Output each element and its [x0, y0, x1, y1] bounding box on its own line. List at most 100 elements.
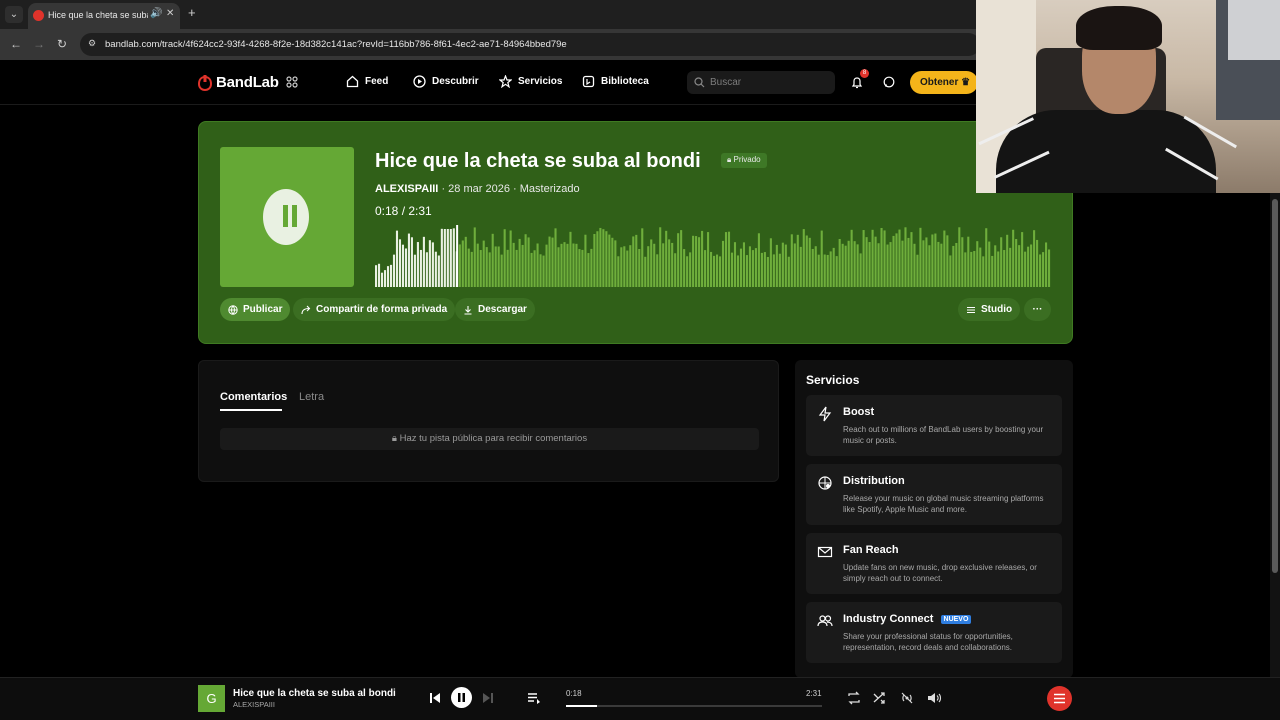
track-title: Hice que la cheta se suba al bondi [375, 150, 701, 172]
globe-icon [228, 304, 238, 315]
nav-discover[interactable]: Descubrir [413, 75, 479, 88]
waveform-bar [967, 236, 970, 287]
waveform-bar [500, 254, 503, 287]
player-title[interactable]: Hice que la cheta se suba al bondi [233, 688, 396, 699]
play-pause-button[interactable] [451, 687, 472, 708]
previous-icon[interactable] [427, 690, 443, 706]
waveform-bar [650, 239, 653, 287]
waveform-bar [599, 227, 602, 287]
waveform-bar [952, 245, 955, 287]
player-progress-bar[interactable] [566, 705, 822, 707]
apps-grid-icon[interactable] [286, 76, 298, 88]
player-bar: G Hice que la cheta se suba al bondi ALE… [0, 677, 1280, 720]
page-scrollbar[interactable] [1270, 193, 1280, 677]
waveform-bar [901, 240, 904, 287]
chat-icon[interactable] [883, 76, 895, 88]
waveform-bar [662, 243, 665, 287]
forward-arrow-icon[interactable]: → [33, 37, 45, 51]
waveform-bar [781, 242, 784, 287]
scrollbar-thumb[interactable] [1272, 199, 1278, 573]
player-artist[interactable]: ALEXISPAIII [233, 700, 275, 709]
tab-lyrics[interactable]: Letra [299, 391, 324, 403]
waveform-bar [491, 233, 494, 287]
download-icon [464, 305, 472, 315]
waveform-bar [560, 243, 563, 287]
waveform-bar [401, 244, 405, 287]
comments-notice: 🔒︎ Haz tu pista pública para recibir com… [220, 428, 759, 450]
broadcast-icon[interactable] [899, 690, 915, 706]
waveform-bar [751, 250, 754, 287]
waveform-bar [919, 227, 922, 287]
service-industry-connect[interactable]: Industry Connect NUEVO Share your profes… [806, 602, 1062, 663]
waveform-bar [695, 236, 698, 287]
waveform-bar [718, 256, 722, 287]
waveform-bar [826, 254, 829, 287]
service-boost[interactable]: Boost Reach out to millions of BandLab u… [806, 395, 1062, 456]
player-menu-button[interactable] [1047, 686, 1072, 711]
service-distribution[interactable]: Distribution Release your music on globa… [806, 464, 1062, 525]
shuffle-icon[interactable] [872, 690, 888, 706]
waveform-bar [671, 242, 674, 287]
search-input[interactable]: Buscar [687, 71, 835, 94]
waveform-bar [680, 230, 683, 287]
browser-tab[interactable]: Hice que la cheta se suba al bondi 🔊 ✕ [28, 3, 180, 29]
publish-button[interactable]: Publicar [220, 298, 291, 321]
waveform-bar [410, 237, 413, 287]
waveform-bar [581, 249, 584, 287]
speaker-icon[interactable]: 🔊 [150, 8, 162, 19]
share-private-button[interactable]: Compartir de forma privada [293, 298, 456, 321]
nav-library[interactable]: Biblioteca [582, 75, 649, 88]
waveform-bar [530, 252, 533, 287]
waveform-bar [710, 251, 713, 287]
waveform-bar [1024, 251, 1027, 287]
reload-icon[interactable]: ↻ [57, 37, 67, 51]
nav-discover-label: Descubrir [432, 76, 479, 87]
nav-services[interactable]: Servicios [499, 75, 562, 88]
waveform-bar [886, 244, 889, 287]
waveform[interactable] [375, 225, 1051, 287]
get-membership-button[interactable]: Obtener ♛ [910, 71, 978, 94]
waveform-bar [416, 242, 419, 287]
bandlab-logo[interactable]: BandLab [198, 74, 279, 91]
service-fan-reach[interactable]: Fan Reach Update fans on new music, drop… [806, 533, 1062, 594]
home-icon [346, 75, 359, 88]
waveform-bar [1036, 239, 1039, 287]
track-status: Masterizado [519, 183, 580, 195]
waveform-playhead[interactable] [456, 225, 459, 287]
repeat-icon[interactable] [846, 690, 862, 706]
tab-comments[interactable]: Comentarios [220, 391, 287, 403]
address-bar[interactable]: ⚙ bandlab.com/track/4f624cc2-93f4-4268-8… [80, 33, 980, 56]
share-icon [301, 305, 311, 314]
service-desc: Reach out to millions of BandLab users b… [843, 425, 1044, 445]
nav-feed[interactable]: Feed [346, 75, 388, 88]
service-name: Distribution [843, 475, 905, 487]
lock-icon: 🔒︎ [727, 155, 732, 164]
studio-button[interactable]: Studio [958, 298, 1021, 321]
next-icon[interactable] [480, 690, 496, 706]
waveform-bar [458, 244, 461, 287]
waveform-bar [1030, 244, 1033, 287]
waveform-bar [775, 244, 778, 287]
tab-search-button[interactable]: ⌄ [5, 6, 23, 23]
back-arrow-icon[interactable]: ← [10, 37, 22, 51]
waveform-bar [895, 233, 898, 287]
pause-icon[interactable] [283, 205, 297, 227]
track-artist[interactable]: ALEXISPAIII [375, 183, 438, 195]
waveform-bar [937, 241, 940, 287]
waveform-bar [973, 251, 976, 287]
download-button[interactable]: Descargar [455, 298, 535, 321]
waveform-bar [997, 251, 1000, 287]
new-tab-button[interactable]: + [188, 6, 196, 20]
volume-icon[interactable] [926, 690, 942, 706]
close-icon[interactable]: ✕ [166, 8, 174, 19]
site-info-icon[interactable]: ⚙ [88, 38, 98, 50]
bell-icon[interactable] [851, 76, 863, 89]
waveform-bar [877, 243, 880, 287]
more-options-button[interactable]: ··· [1024, 298, 1051, 321]
track-cover-art[interactable] [220, 147, 354, 287]
queue-icon[interactable] [526, 690, 542, 706]
player-thumbnail[interactable]: G [198, 685, 225, 712]
pause-icon [458, 693, 465, 702]
waveform-bar [578, 249, 581, 287]
waveform-bar [1021, 232, 1024, 287]
